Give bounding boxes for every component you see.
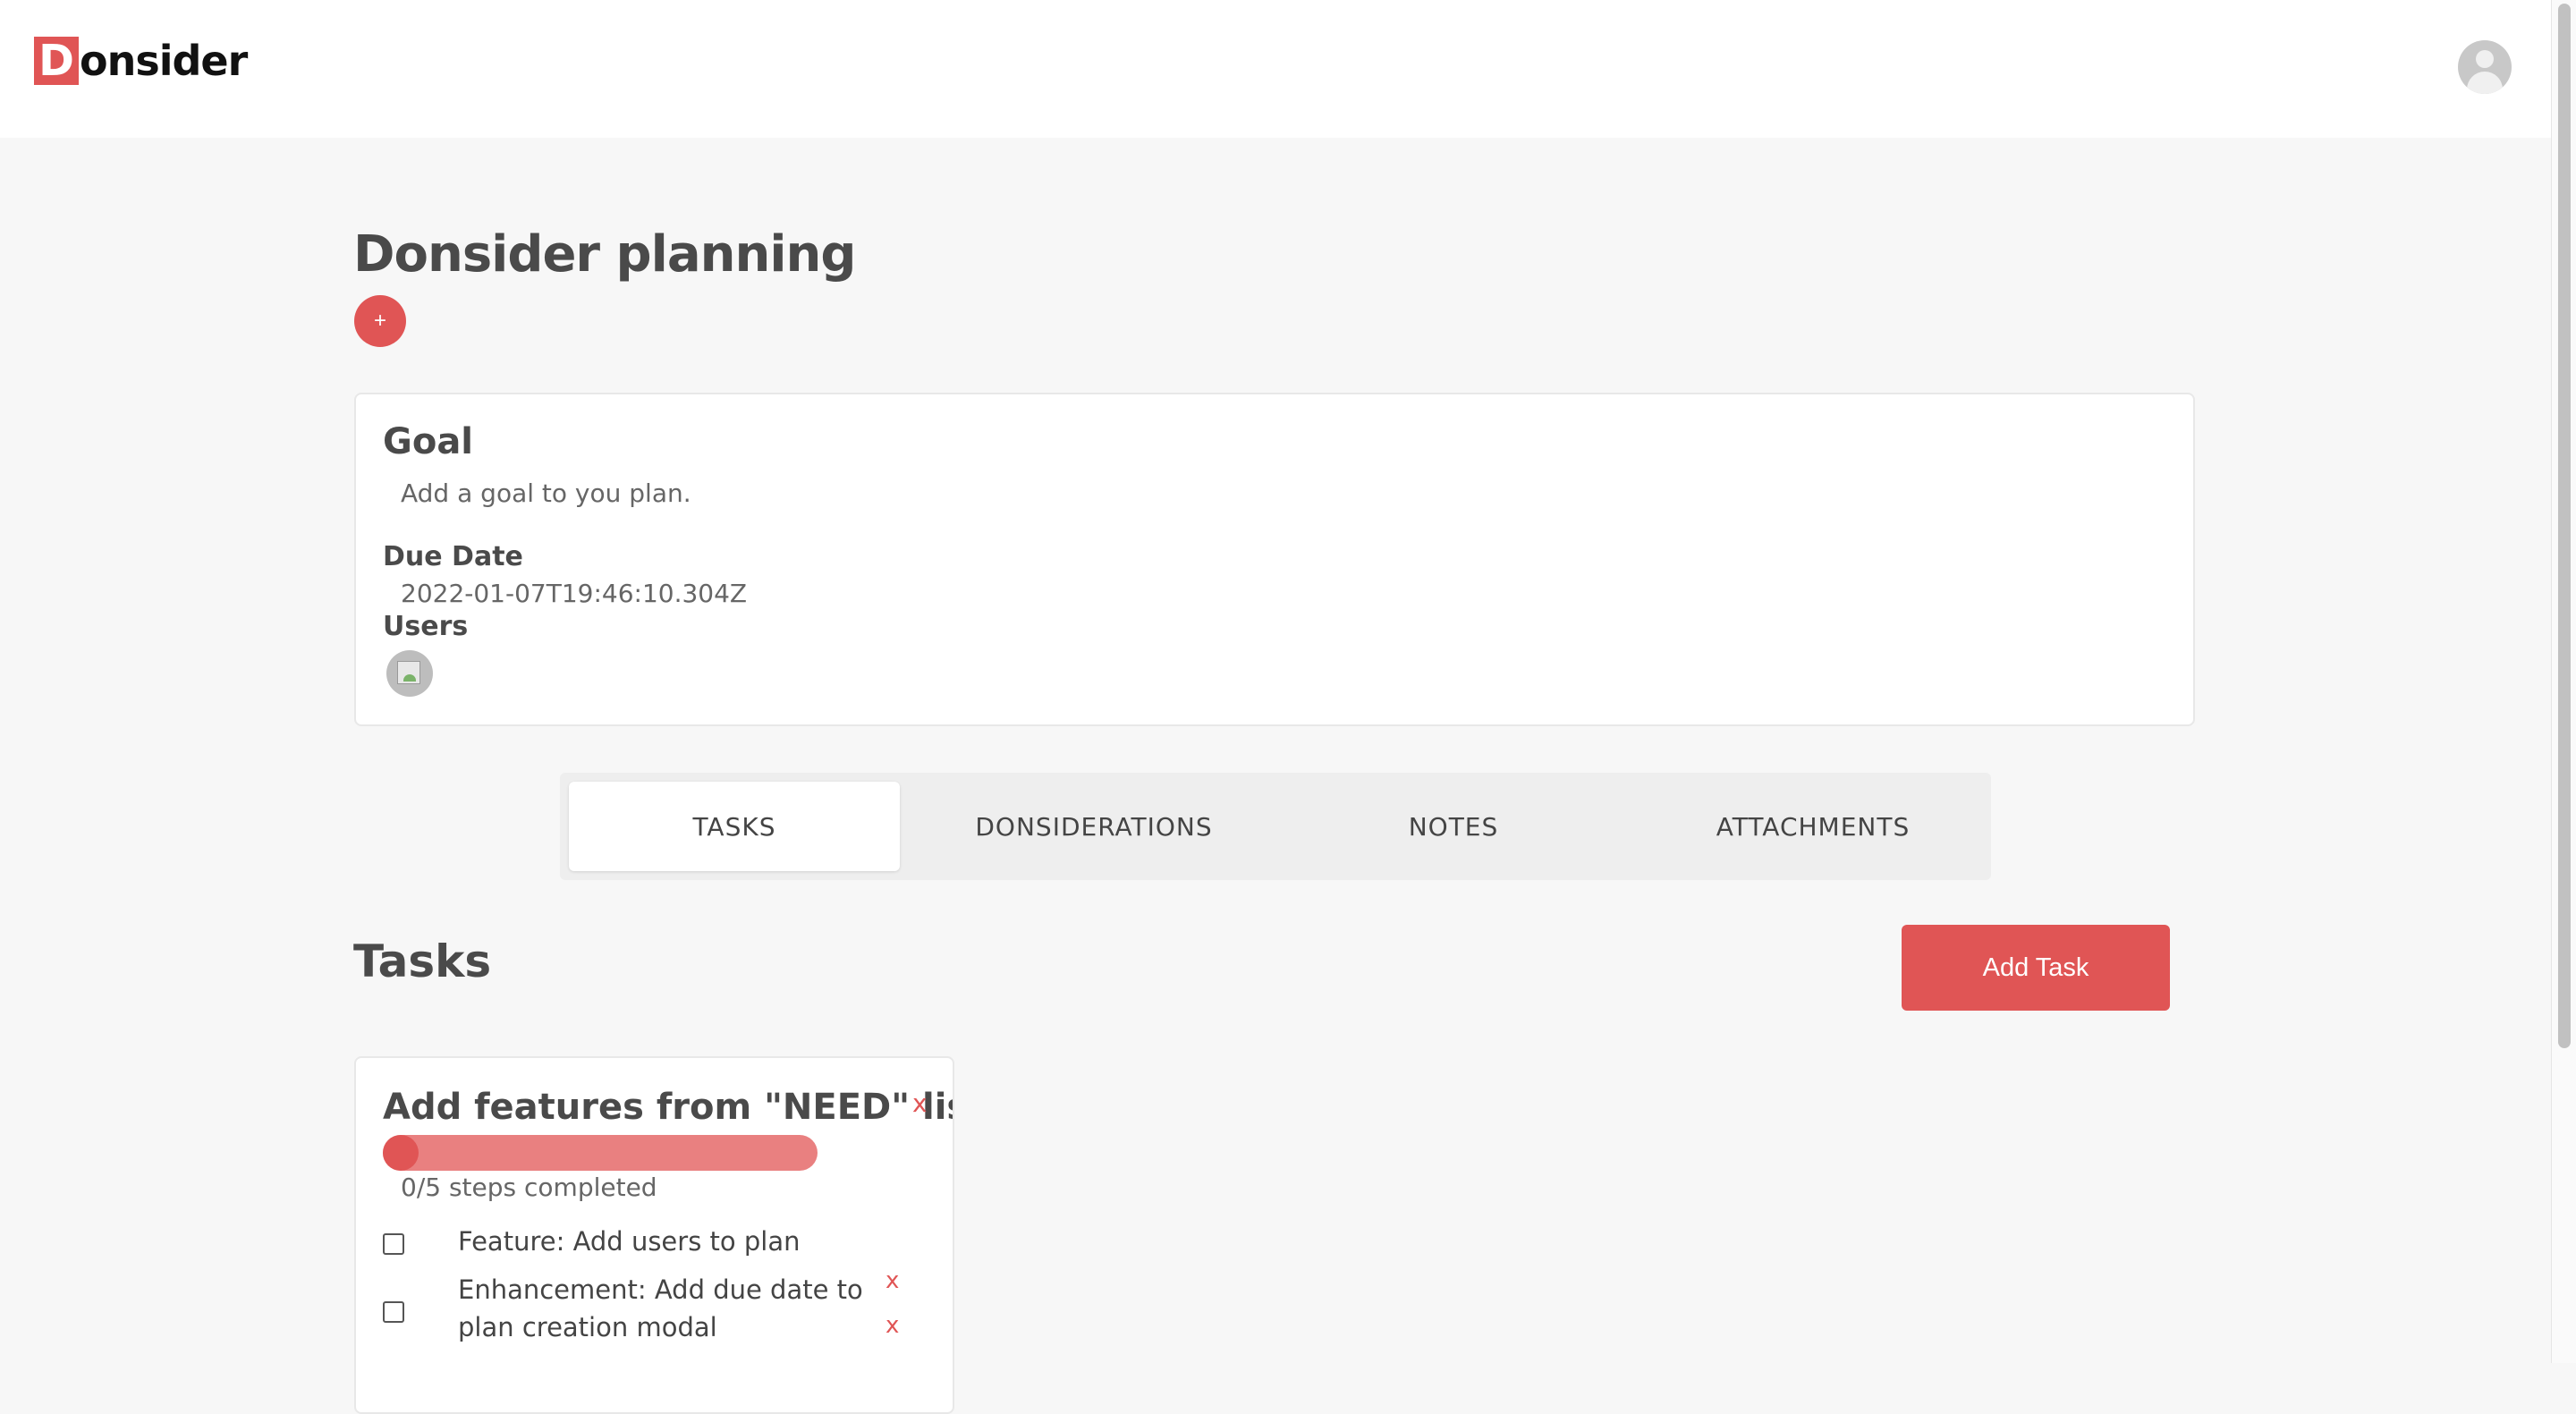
- logo-mark: D: [34, 37, 79, 85]
- due-date-label: Due Date: [383, 541, 523, 572]
- step-checkbox[interactable]: [383, 1301, 404, 1323]
- goal-card: Goal Add a goal to you plan. Due Date 20…: [354, 393, 2195, 726]
- page-scrollbar[interactable]: [2551, 0, 2576, 1363]
- goal-text[interactable]: Add a goal to you plan.: [401, 478, 691, 508]
- delete-task-button[interactable]: x: [912, 1088, 928, 1118]
- tab-tasks[interactable]: TASKS: [569, 782, 900, 871]
- tab-notes[interactable]: NOTES: [1288, 782, 1619, 871]
- step-text: Enhancement: Add due date to plan creati…: [458, 1274, 863, 1342]
- scrollbar-thumb[interactable]: [2558, 4, 2571, 1048]
- add-task-button[interactable]: Add Task: [1902, 925, 2170, 1011]
- plan-tabs: TASKS DONSIDERATIONS NOTES ATTACHMENTS: [560, 773, 1991, 880]
- step-checkbox[interactable]: [383, 1233, 404, 1255]
- users-label: Users: [383, 611, 469, 642]
- task-progress-bar: [383, 1135, 818, 1171]
- tab-donsiderations[interactable]: DONSIDERATIONS: [928, 782, 1259, 871]
- delete-step-button[interactable]: x: [886, 1267, 899, 1294]
- step-text: Feature: Add users to plan: [458, 1226, 801, 1257]
- plus-icon: +: [373, 309, 386, 333]
- delete-step-button[interactable]: x: [886, 1312, 899, 1339]
- due-date-value[interactable]: 2022-01-07T19:46:10.304Z: [401, 579, 747, 608]
- progress-indicator: [383, 1135, 419, 1171]
- top-header: D onsider: [0, 0, 2551, 138]
- progress-text: 0/5 steps completed: [401, 1173, 657, 1202]
- task-title[interactable]: Add features from "NEED" list: [383, 1087, 953, 1128]
- broken-image-icon: [397, 661, 420, 684]
- app-logo[interactable]: D onsider: [34, 36, 248, 86]
- page-title: Donsider planning: [353, 225, 856, 284]
- logo-text: onsider: [80, 37, 248, 85]
- add-plan-item-button[interactable]: +: [354, 295, 406, 347]
- goal-title: Goal: [383, 421, 474, 462]
- tasks-title: Tasks: [353, 936, 492, 987]
- user-avatar[interactable]: [386, 650, 433, 697]
- user-avatar-icon[interactable]: [2458, 40, 2512, 94]
- tab-attachments[interactable]: ATTACHMENTS: [1648, 782, 1979, 871]
- task-card: Add features from "NEED" list x 0/5 step…: [354, 1056, 954, 1414]
